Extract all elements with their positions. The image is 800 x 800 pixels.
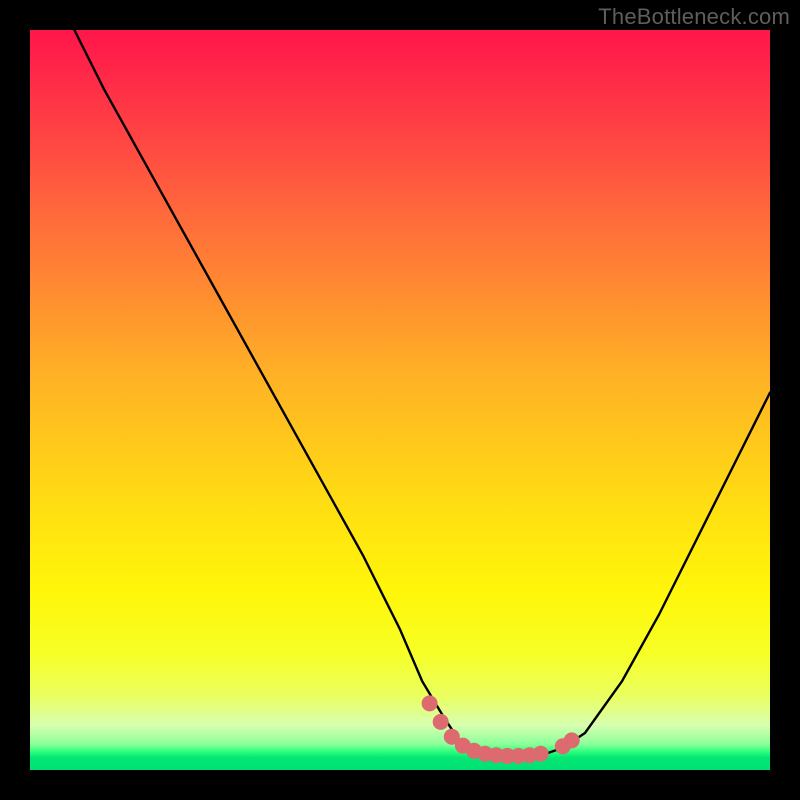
curve-marker [564, 732, 580, 748]
curve-marker [422, 695, 438, 711]
bottleneck-curve [74, 30, 770, 755]
curve-markers [422, 695, 580, 764]
curve-marker [533, 746, 549, 762]
watermark-text: TheBottleneck.com [598, 4, 790, 30]
plot-area [30, 30, 770, 770]
curve-marker [433, 714, 449, 730]
chart-frame: TheBottleneck.com [0, 0, 800, 800]
curve-svg [30, 30, 770, 770]
